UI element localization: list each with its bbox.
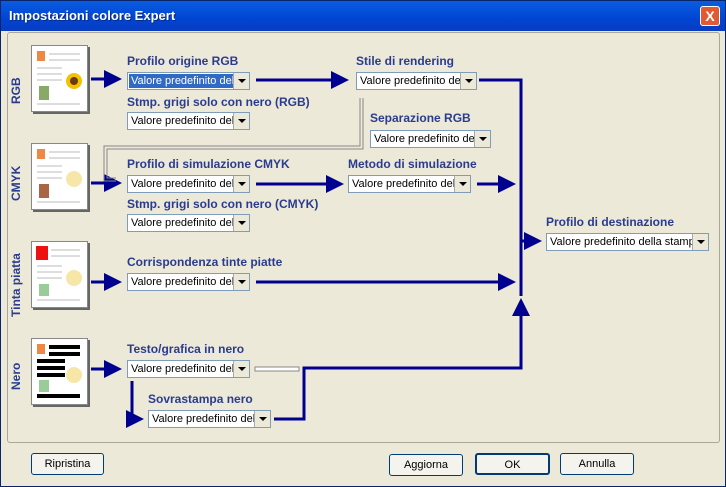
- spot-document-icon: [31, 241, 88, 308]
- chevron-down-icon: [460, 73, 476, 89]
- spot-match-dropdown[interactable]: Valore predefinito dell: [127, 273, 250, 291]
- cancel-button[interactable]: Annulla: [560, 453, 634, 475]
- chevron-down-icon: [233, 215, 249, 231]
- black-document-icon: [31, 338, 88, 405]
- cmyk-sim-label: Profilo di simulazione CMYK: [127, 157, 290, 171]
- row-label-black: Nero: [9, 362, 23, 390]
- cmyk-gray-label: Stmp. grigi solo con nero (CMYK): [127, 197, 319, 211]
- cmyk-document-icon: [31, 143, 88, 210]
- dest-profile-dropdown[interactable]: Valore predefinito della stampan: [546, 233, 709, 251]
- rgb-source-label: Profilo origine RGB: [127, 54, 239, 68]
- dest-profile-label: Profilo di destinazione: [546, 215, 675, 229]
- cmyk-sim-dropdown[interactable]: Valore predefinito dell: [127, 175, 250, 193]
- rendering-label: Stile di rendering: [356, 54, 455, 68]
- reset-button[interactable]: Ripristina: [31, 453, 104, 475]
- cmyk-gray-dropdown[interactable]: Valore predefinito dell: [127, 214, 250, 232]
- spot-match-label: Corrispondenza tinte piatte: [127, 255, 283, 269]
- chevron-down-icon: [233, 176, 249, 192]
- ok-button[interactable]: OK: [475, 453, 550, 475]
- overprint-label: Sovrastampa nero: [148, 392, 253, 406]
- row-label-cmyk: CMYK: [9, 165, 23, 201]
- chevron-down-icon: [233, 113, 249, 129]
- chevron-down-icon: [692, 234, 708, 250]
- rgb-separation-dropdown[interactable]: Valore predefinito del: [370, 130, 491, 148]
- chevron-down-icon: [454, 176, 470, 192]
- rendering-dropdown[interactable]: Valore predefinito del: [356, 72, 477, 90]
- overprint-dropdown[interactable]: Valore predefinito dell: [148, 410, 271, 428]
- sim-method-label: Metodo di simulazione: [348, 157, 477, 171]
- rgb-source-dropdown[interactable]: Valore predefinito dell: [127, 72, 250, 90]
- row-label-rgb: RGB: [9, 77, 23, 104]
- sim-method-dropdown[interactable]: Valore predefinito dell: [348, 175, 471, 193]
- chevron-down-icon: [233, 73, 249, 89]
- rgb-gray-dropdown[interactable]: Valore predefinito dell: [127, 112, 250, 130]
- rgb-separation-label: Separazione RGB: [370, 111, 471, 125]
- dialog-window: Impostazioni colore Expert X RGB CMYK Ti…: [0, 0, 726, 487]
- black-text-label: Testo/grafica in nero: [127, 342, 245, 356]
- chevron-down-icon: [474, 131, 490, 147]
- rgb-document-icon: [31, 45, 88, 112]
- update-button[interactable]: Aggiorna: [389, 454, 463, 476]
- rendering-line: [479, 78, 523, 296]
- chevron-down-icon: [254, 411, 270, 427]
- chevron-down-icon: [233, 274, 249, 290]
- chevron-down-icon: [233, 361, 249, 377]
- rgb-gray-label: Stmp. grigi solo con nero (RGB): [127, 95, 310, 109]
- row-label-spot: Tinta piatta: [9, 253, 23, 317]
- black-text-dropdown[interactable]: Valore predefinito dell: [127, 360, 250, 378]
